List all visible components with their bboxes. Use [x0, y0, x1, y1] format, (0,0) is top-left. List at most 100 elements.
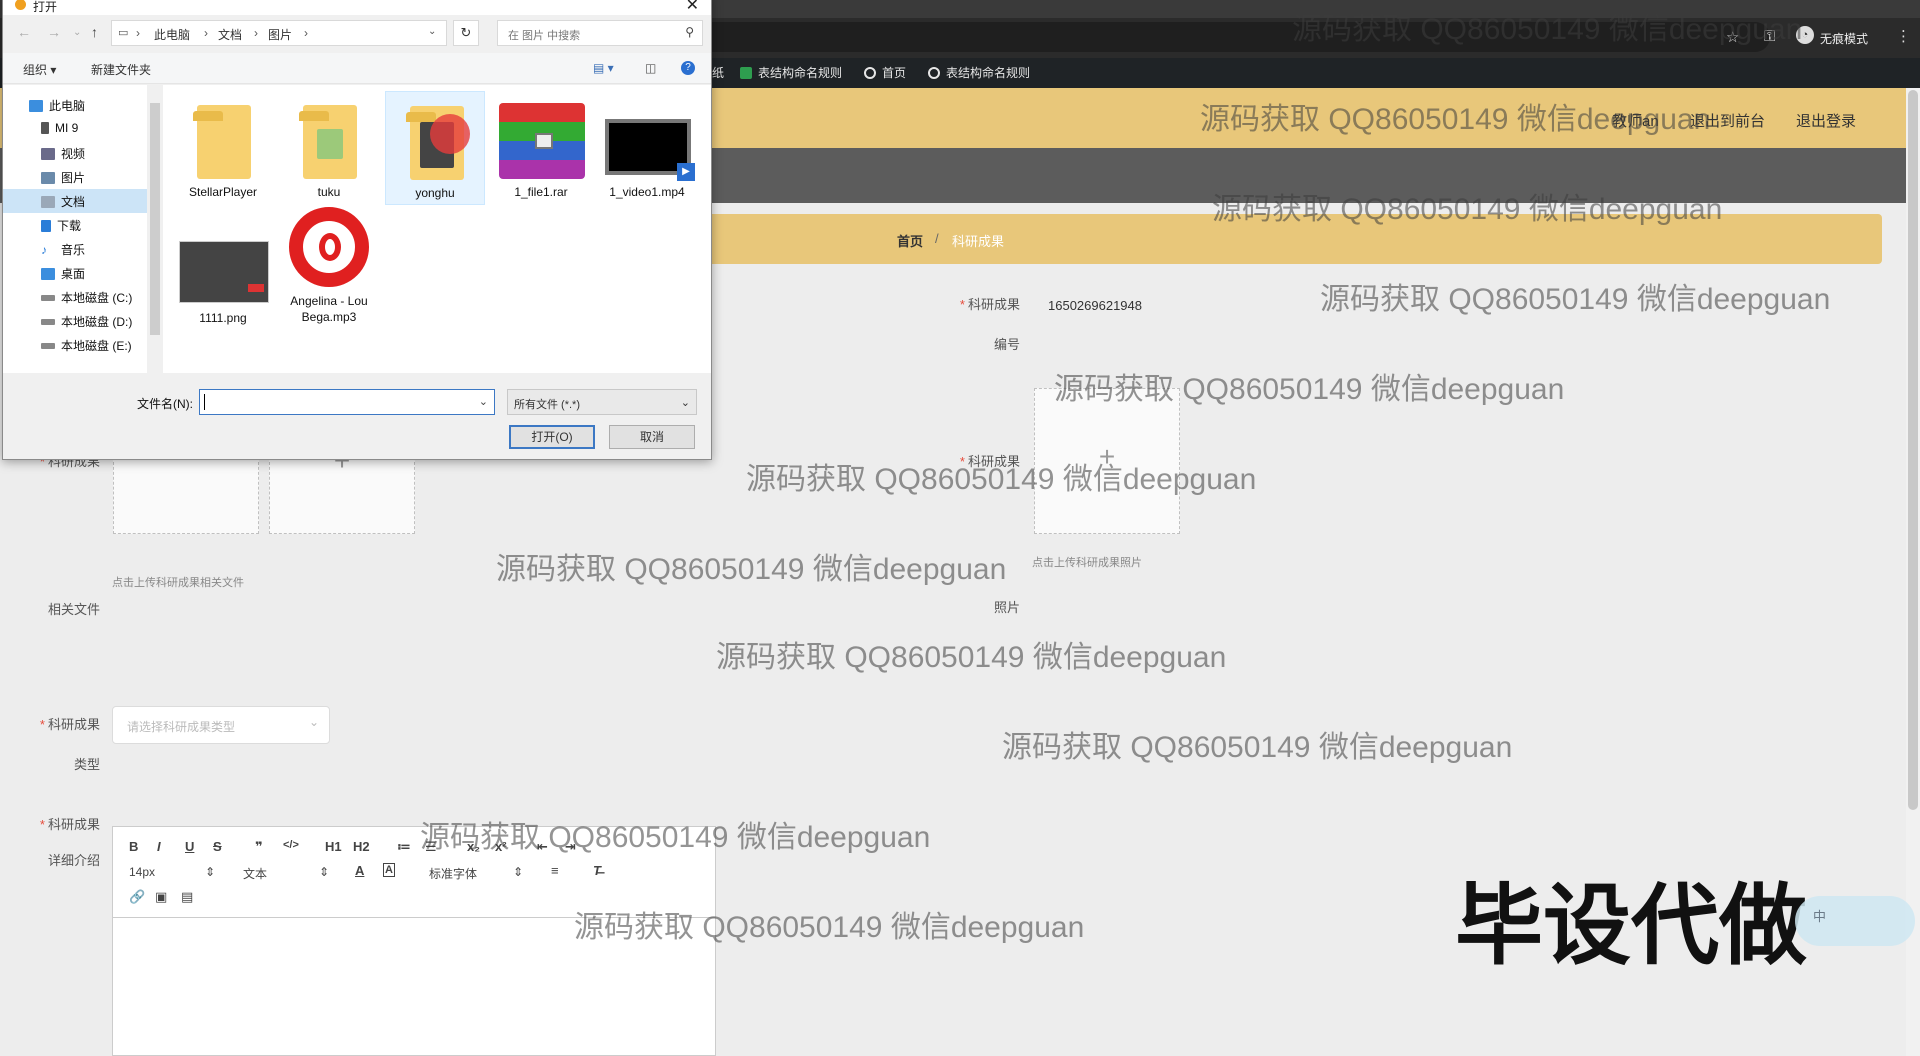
bold-button[interactable]: B	[129, 839, 138, 854]
nav-item-mi9[interactable]: MI 9	[41, 121, 78, 135]
chevron-right-icon: ›	[136, 26, 140, 40]
overlay-text: 毕设代做	[1455, 874, 1808, 977]
nav-item-label: 本地磁盘 (C:)	[61, 291, 133, 305]
align-icon[interactable]: ≡	[551, 863, 559, 878]
close-icon[interactable]: ✕	[686, 0, 699, 15]
back-arrow-icon[interactable]: ←	[17, 24, 31, 40]
path-item[interactable]: 文档	[218, 26, 242, 43]
file-item-selected[interactable]: yonghu	[385, 91, 485, 205]
background-color-icon[interactable]: A	[383, 863, 395, 877]
path-item[interactable]: 此电脑	[154, 26, 190, 43]
underline-button[interactable]: U	[185, 839, 194, 854]
dialog-navbar: ← → ⌄ ↑ ▭ › 此电脑 › 文档 › 图片 › ⌄ ↻ 在 图片 中搜索…	[3, 15, 711, 53]
chevron-updown-icon: ⇕	[319, 865, 330, 879]
help-icon[interactable]: ?	[681, 61, 695, 75]
search-input[interactable]: 在 图片 中搜索 ⚲	[497, 20, 703, 46]
open-file-dialog: 打开 ✕ ← → ⌄ ↑ ▭ › 此电脑 › 文档 › 图片 › ⌄ ↻ 在 图…	[2, 0, 712, 460]
watermark: 源码获取 QQ86050149 微信deepguan	[716, 641, 1227, 674]
bookmark-item[interactable]: 纸	[712, 64, 724, 81]
path-breadcrumb[interactable]: ▭ › 此电脑 › 文档 › 图片 › ⌄	[111, 20, 447, 46]
nav-item-drive-e[interactable]: 本地磁盘 (E:)	[41, 337, 132, 354]
incognito-label[interactable]: 无痕模式	[1820, 30, 1868, 47]
chevron-right-icon: ›	[254, 26, 258, 40]
watermark: 源码获取 QQ86050149 微信deepguan	[1292, 13, 1803, 46]
code-button[interactable]: </>	[283, 839, 299, 851]
breadcrumb-separator: /	[935, 231, 939, 246]
forward-arrow-icon[interactable]: →	[47, 24, 61, 40]
filename-input[interactable]: ⌄	[199, 389, 495, 415]
organize-button[interactable]: 组织 ▾	[23, 61, 56, 78]
page-scrollbar-thumb[interactable]	[1908, 90, 1918, 810]
files-label-2: 相关文件	[47, 602, 100, 617]
menu-icon[interactable]: ⋮	[1896, 27, 1911, 45]
open-button[interactable]: 打开(O)	[509, 425, 595, 449]
file-item[interactable]: StellarPlayer	[173, 91, 273, 201]
refresh-icon[interactable]: ↻	[453, 20, 479, 46]
chevron-right-icon: ›	[304, 26, 308, 40]
strike-button[interactable]: S	[213, 839, 222, 854]
preview-pane-icon[interactable]: ◫	[645, 61, 656, 75]
nav-pane-scrollbar-thumb[interactable]	[150, 103, 160, 335]
file-list: StellarPlayer tuku yonghu 1_file1.rar ▶ …	[163, 85, 711, 373]
nav-item-drive-c[interactable]: 本地磁盘 (C:)	[41, 289, 132, 306]
text-caret	[204, 394, 205, 410]
bookmark-item[interactable]: 首页	[864, 64, 906, 81]
cancel-button[interactable]: 取消	[609, 425, 695, 449]
nav-item-drive-d[interactable]: 本地磁盘 (D:)	[41, 313, 132, 330]
font-color-icon[interactable]: A	[355, 863, 364, 878]
recent-dropdown-icon[interactable]: ⌄	[73, 27, 81, 38]
id-label-2: 编号	[993, 337, 1020, 352]
chevron-down-icon[interactable]: ⌄	[479, 395, 488, 408]
type-select[interactable]: 请选择科研成果类型 ⌄	[112, 706, 330, 744]
nav-item-label: 桌面	[61, 267, 86, 281]
file-item[interactable]: 1111.png	[173, 207, 273, 325]
new-folder-button[interactable]: 新建文件夹	[91, 61, 151, 78]
font-family-select[interactable]: 标准字体	[429, 865, 477, 882]
nav-item-documents[interactable]: 文档	[41, 193, 85, 210]
photo-label-2: 照片	[993, 600, 1020, 615]
up-arrow-icon[interactable]: ↑	[91, 24, 98, 40]
photo-upload-hint: 点击上传科研成果照片	[1032, 557, 1142, 569]
italic-button[interactable]: I	[157, 839, 161, 854]
file-item[interactable]: ▶ 1_video1.mp4	[597, 91, 697, 201]
nav-item-downloads[interactable]: 下载	[41, 217, 81, 234]
nav-item-videos[interactable]: 视频	[41, 145, 85, 162]
file-item[interactable]: tuku	[279, 91, 379, 201]
quote-button[interactable]: ❞	[255, 839, 263, 855]
drive-icon	[41, 294, 55, 301]
nav-item-desktop[interactable]: 桌面	[41, 265, 85, 282]
nav-item-pictures[interactable]: 图片	[41, 169, 85, 186]
link-icon[interactable]: 🔗	[129, 889, 145, 905]
image-thumbnail-icon	[179, 241, 269, 303]
nav-item-this-pc[interactable]: 此电脑	[29, 97, 85, 114]
dialog-command-bar: 组织 ▾ 新建文件夹 ▤ ▾ ◫ ?	[3, 53, 711, 84]
ime-indicator: 中	[1795, 896, 1915, 946]
nav-item-music[interactable]: ♪ 音乐	[41, 241, 85, 258]
bookmark-item[interactable]: 表结构命名规则	[740, 64, 842, 81]
file-item[interactable]: 1_file1.rar	[491, 91, 591, 201]
view-toggle-icon[interactable]: ▤ ▾	[593, 61, 614, 75]
chevron-down-icon[interactable]: ⌄	[428, 26, 436, 37]
breadcrumb-home[interactable]: 首页	[897, 231, 923, 250]
logout-link[interactable]: 退出登录	[1796, 110, 1856, 131]
font-size-select[interactable]: 14px	[129, 865, 155, 879]
clear-format-icon[interactable]: T̶	[593, 863, 601, 878]
file-name: 1111.png	[199, 311, 247, 325]
h2-button[interactable]: H2	[353, 839, 370, 854]
file-item[interactable]: Angelina - Lou Bega.mp3	[279, 207, 379, 337]
h1-button[interactable]: H1	[325, 839, 342, 854]
video-icon[interactable]: ▤	[181, 889, 193, 905]
id-label-text: 科研成果	[967, 297, 1020, 312]
bookmark-item[interactable]: 表结构命名规则	[928, 64, 1030, 81]
block-format-select[interactable]: 文本	[243, 865, 267, 882]
detail-label-text: 科研成果	[47, 817, 100, 832]
image-icon[interactable]: ▣	[155, 889, 167, 905]
dialog-bottom: 文件名(N): ⌄ 所有文件 (*.*) ⌄ 打开(O) 取消	[3, 375, 711, 459]
ordered-list-button[interactable]: ≔	[397, 839, 411, 855]
nav-item-label: 图片	[61, 171, 86, 185]
path-item[interactable]: 图片	[268, 26, 292, 43]
drive-icon	[41, 318, 55, 325]
id-value: 1650269621948	[1048, 298, 1142, 313]
filetype-select[interactable]: 所有文件 (*.*) ⌄	[507, 389, 697, 415]
ime-label: 中	[1813, 909, 1827, 924]
